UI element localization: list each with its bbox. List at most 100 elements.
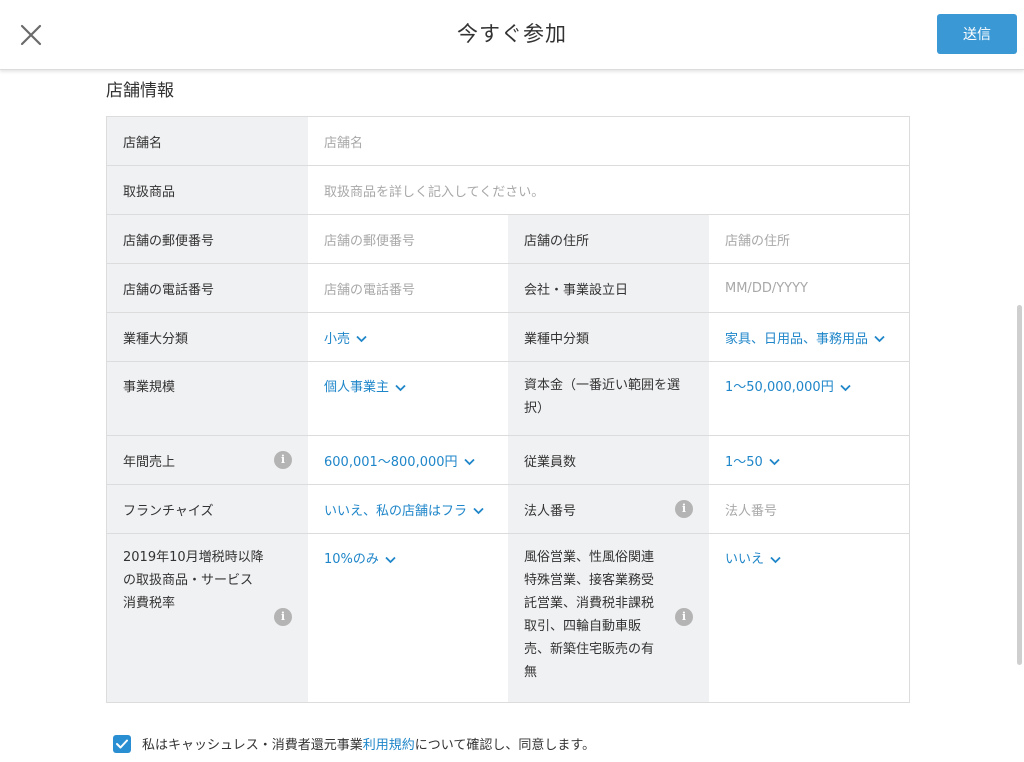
franchise-select[interactable]: いいえ、私の店舗はフラ <box>308 485 508 533</box>
business-scale-select[interactable]: 個人事業主 <box>308 362 508 435</box>
industry-major-value[interactable]: 小売 <box>324 328 367 347</box>
special-business-label-line: 託営業、消費税非課税 <box>524 596 655 611</box>
employees-label: 従業員数 <box>508 436 709 484</box>
tax-rate-label: 2019年10月増税時以降 の取扱商品・サービス 消費税率 i <box>107 534 308 702</box>
tax-rate-label-line: 2019年10月増税時以降 <box>123 550 264 565</box>
annual-sales-label: 年間売上 i <box>107 436 308 484</box>
chevron-down-icon <box>356 335 367 343</box>
corporate-number-placeholder: 法人番号 <box>725 503 778 519</box>
form-row: 2019年10月増税時以降 の取扱商品・サービス 消費税率 i 10%のみ 風俗… <box>107 534 909 702</box>
agreement-text-before: 私はキャッシュレス・消費者還元事業 <box>142 738 363 753</box>
industry-major-label: 業種大分類 <box>107 313 308 361</box>
scrollbar[interactable] <box>1017 305 1022 665</box>
postal-code-input[interactable]: 店舗の郵便番号 <box>308 215 508 263</box>
industry-middle-text: 家具、日用品、事務用品 <box>725 331 869 347</box>
modal-title: 今すぐ参加 <box>457 22 567 46</box>
postal-code-label: 店舗の郵便番号 <box>107 215 308 263</box>
form-row: 店舗名 店舗名 <box>107 117 909 166</box>
annual-sales-value[interactable]: 600,001〜800,000円 <box>324 451 475 470</box>
tax-rate-text: 10%のみ <box>324 552 379 567</box>
business-scale-text: 個人事業主 <box>324 380 390 395</box>
capital-label: 資本金（一番近い範囲を選 択） <box>508 362 709 435</box>
established-placeholder: MM/DD/YYYY <box>725 280 808 296</box>
capital-label-line: 択） <box>524 401 551 416</box>
form-row: 店舗の郵便番号 店舗の郵便番号 店舗の住所 店舗の住所 <box>107 215 909 264</box>
corporate-number-input[interactable]: 法人番号 <box>709 485 909 533</box>
industry-major-select[interactable]: 小売 <box>308 313 508 361</box>
form-row: 店舗の電話番号 店舗の電話番号 会社・事業設立日 MM/DD/YYYY <box>107 264 909 313</box>
annual-sales-label-text: 年間売上 <box>123 454 176 470</box>
info-icon[interactable]: i <box>274 608 292 626</box>
address-placeholder: 店舗の住所 <box>725 233 791 249</box>
products-label: 取扱商品 <box>107 166 308 214</box>
products-placeholder: 取扱商品を詳しく記入してください。 <box>324 184 545 200</box>
terms-agreement: 私はキャッシュレス・消費者還元事業 利用規約 について確認し、同意します。 <box>113 734 595 753</box>
established-label: 会社・事業設立日 <box>508 264 709 312</box>
annual-sales-select[interactable]: 600,001〜800,000円 <box>308 436 508 484</box>
section-title: 店舗情報 <box>106 81 174 101</box>
info-icon[interactable]: i <box>675 500 693 518</box>
special-business-label-line: 特殊営業、接客業務受 <box>524 573 655 588</box>
products-input[interactable]: 取扱商品を詳しく記入してください。 <box>308 166 909 214</box>
business-scale-label: 事業規模 <box>107 362 308 435</box>
agree-checkbox[interactable] <box>113 734 131 753</box>
special-business-label-line: 取引、四輪自動車販 <box>524 619 642 634</box>
industry-middle-select[interactable]: 家具、日用品、事務用品 <box>709 313 909 361</box>
info-icon[interactable]: i <box>675 608 693 626</box>
terms-link[interactable]: 利用規約 <box>363 734 415 753</box>
annual-sales-text: 600,001〜800,000円 <box>324 454 458 470</box>
form-row: 事業規模 個人事業主 資本金（一番近い範囲を選 択） 1〜50,000,000円 <box>107 362 909 436</box>
store-name-input[interactable]: 店舗名 <box>308 117 909 165</box>
special-business-label-line: 売、新築住宅販売の有 <box>524 642 655 657</box>
chevron-down-icon <box>385 556 396 563</box>
form-row: フランチャイズ いいえ、私の店舗はフラ 法人番号 i 法人番号 <box>107 485 909 534</box>
employees-value[interactable]: 1〜50 <box>725 451 780 470</box>
special-business-select[interactable]: いいえ <box>709 534 909 702</box>
form-row: 取扱商品 取扱商品を詳しく記入してください。 <box>107 166 909 215</box>
chevron-down-icon <box>769 458 780 466</box>
special-business-text: いいえ <box>725 552 765 567</box>
industry-middle-value[interactable]: 家具、日用品、事務用品 <box>725 328 885 347</box>
franchise-label: フランチャイズ <box>107 485 308 533</box>
tax-rate-value[interactable]: 10%のみ <box>324 548 396 567</box>
capital-select[interactable]: 1〜50,000,000円 <box>709 362 909 435</box>
special-business-label-line: 無 <box>524 665 538 680</box>
capital-label-line: 資本金（一番近い範囲を選 <box>524 378 681 393</box>
special-business-value[interactable]: いいえ <box>725 548 781 567</box>
send-button[interactable]: 送信 <box>937 14 1017 54</box>
info-icon[interactable]: i <box>274 451 292 469</box>
industry-major-text: 小売 <box>324 331 351 347</box>
chevron-down-icon <box>840 384 851 391</box>
tax-rate-label-line: 消費税率 <box>123 596 176 611</box>
agreement-text-after: について確認し、同意します。 <box>414 738 596 753</box>
employees-select[interactable]: 1〜50 <box>709 436 909 484</box>
form-row: 年間売上 i 600,001〜800,000円 従業員数 1〜50 <box>107 436 909 485</box>
capital-value[interactable]: 1〜50,000,000円 <box>725 376 851 395</box>
business-scale-value[interactable]: 個人事業主 <box>324 376 406 395</box>
tax-rate-label-line: の取扱商品・サービス <box>123 573 254 588</box>
industry-middle-label: 業種中分類 <box>508 313 709 361</box>
address-input[interactable]: 店舗の住所 <box>709 215 909 263</box>
store-name-label: 店舗名 <box>107 117 308 165</box>
postal-code-placeholder: 店舗の郵便番号 <box>324 233 416 249</box>
chevron-down-icon <box>463 458 475 466</box>
modal-header: 今すぐ参加 送信 <box>0 0 1024 70</box>
special-business-label-line: 風俗営業、性風俗関連 <box>524 550 655 565</box>
special-business-label: 風俗営業、性風俗関連 特殊営業、接客業務受 託営業、消費税非課税 取引、四輪自動… <box>508 534 709 702</box>
chevron-down-icon <box>473 507 484 515</box>
corporate-number-label: 法人番号 i <box>508 485 709 533</box>
franchise-value[interactable]: いいえ、私の店舗はフラ <box>324 500 484 519</box>
tax-rate-select[interactable]: 10%のみ <box>308 534 508 702</box>
phone-label: 店舗の電話番号 <box>107 264 308 312</box>
phone-placeholder: 店舗の電話番号 <box>324 282 416 298</box>
chevron-down-icon <box>874 335 885 343</box>
store-name-placeholder: 店舗名 <box>324 135 364 151</box>
phone-input[interactable]: 店舗の電話番号 <box>308 264 508 312</box>
store-info-form: 店舗名 店舗名 取扱商品 取扱商品を詳しく記入してください。 店舗の郵便番号 店… <box>106 116 910 703</box>
capital-text: 1〜50,000,000円 <box>725 380 834 395</box>
chevron-down-icon <box>395 384 406 391</box>
check-icon <box>116 739 128 748</box>
chevron-down-icon <box>770 556 781 563</box>
established-date-input[interactable]: MM/DD/YYYY <box>709 264 909 312</box>
corporate-number-label-text: 法人番号 <box>524 503 577 519</box>
